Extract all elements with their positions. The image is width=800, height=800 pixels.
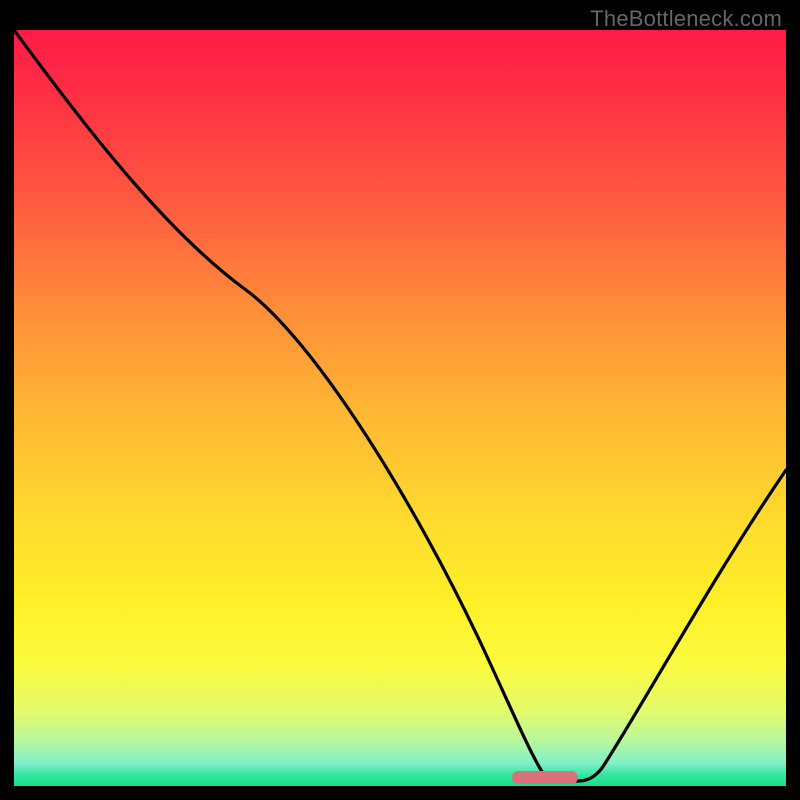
bottleneck-curve bbox=[14, 30, 786, 781]
watermark-text: TheBottleneck.com bbox=[590, 6, 782, 32]
chart-plot-area bbox=[14, 30, 786, 786]
optimal-range-marker bbox=[512, 771, 578, 784]
chart-line bbox=[14, 30, 786, 786]
